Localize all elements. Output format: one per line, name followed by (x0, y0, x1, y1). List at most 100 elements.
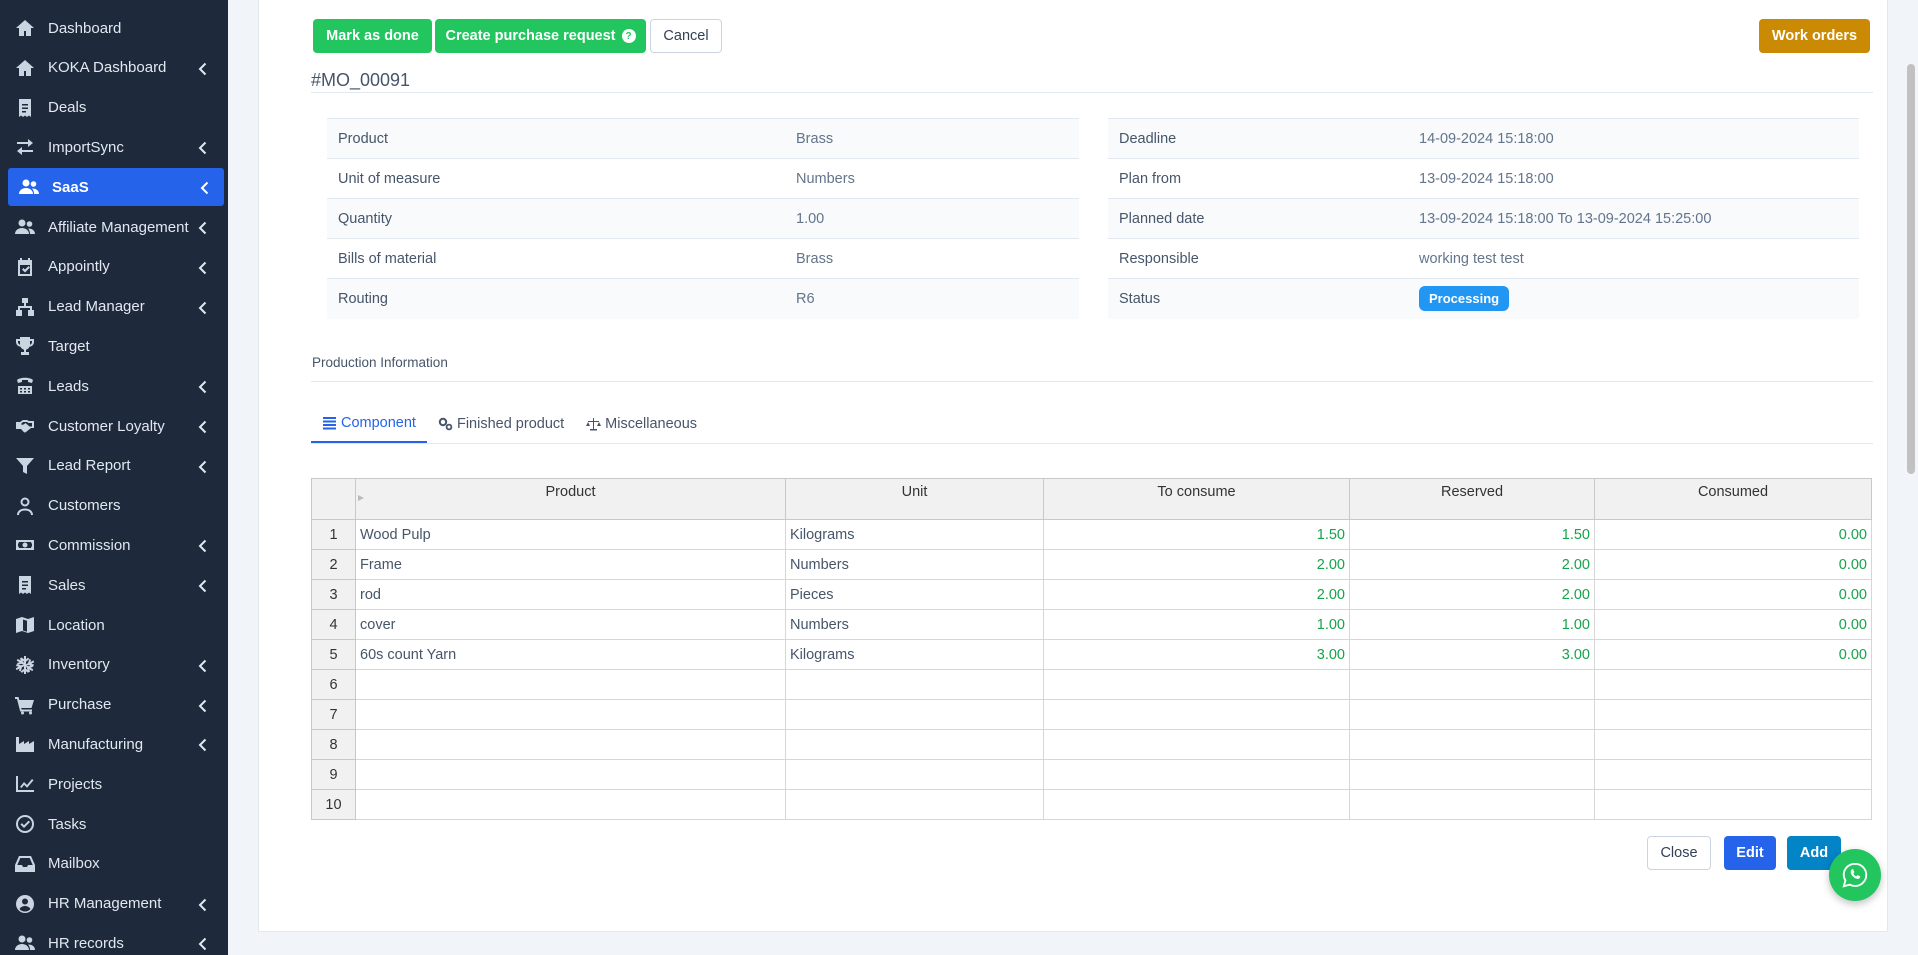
table-cell-product[interactable] (355, 669, 786, 700)
sidebar-item-importsync[interactable]: ImportSync (0, 128, 228, 166)
table-cell-to-consume[interactable] (1043, 789, 1350, 820)
tab-finished-product[interactable]: Finished product (427, 405, 575, 443)
chevron-left-icon[interactable] (198, 898, 208, 912)
table-cell-unit[interactable] (785, 789, 1044, 820)
table-cell-unit[interactable]: Pieces (785, 579, 1044, 610)
sidebar-item-target[interactable]: Target (0, 327, 228, 365)
table-cell-consumed[interactable] (1594, 759, 1872, 790)
table-cell-to-consume[interactable] (1043, 729, 1350, 760)
table-cell-unit[interactable] (785, 699, 1044, 730)
whatsapp-button[interactable] (1829, 849, 1881, 901)
chevron-left-icon[interactable] (198, 420, 208, 434)
column-header[interactable]: Product (355, 478, 786, 520)
scrollbar-thumb[interactable] (1907, 64, 1915, 474)
sidebar-item-commission[interactable]: Commission (0, 526, 228, 564)
sidebar-item-lead-manager[interactable]: Lead Manager (0, 288, 228, 326)
chevron-left-icon[interactable] (198, 579, 208, 593)
tab-miscellaneous[interactable]: Miscellaneous (575, 405, 708, 443)
sidebar-item-customers[interactable]: Customers (0, 487, 228, 525)
mark-as-done-button[interactable]: Mark as done (313, 19, 432, 53)
sidebar-item-saas[interactable]: SaaS (8, 168, 224, 207)
table-cell-product[interactable] (355, 699, 786, 730)
table-cell-reserved[interactable]: 1.50 (1349, 519, 1595, 550)
table-cell-to-consume[interactable]: 2.00 (1043, 549, 1350, 580)
sidebar-item-customer-loyalty[interactable]: Customer Loyalty (0, 407, 228, 445)
table-cell-reserved[interactable]: 2.00 (1349, 579, 1595, 610)
work-orders-button[interactable]: Work orders (1759, 19, 1870, 53)
table-cell-product[interactable] (355, 759, 786, 790)
sidebar-item-location[interactable]: Location (0, 606, 228, 644)
table-cell-consumed[interactable]: 0.00 (1594, 549, 1872, 580)
table-cell-reserved[interactable] (1349, 729, 1595, 760)
sidebar-item-appointly[interactable]: Appointly (0, 248, 228, 286)
sidebar-item-affiliate-management[interactable]: Affiliate Management (0, 208, 228, 246)
table-cell-unit[interactable] (785, 729, 1044, 760)
sidebar-item-manufacturing[interactable]: Manufacturing (0, 725, 228, 763)
table-cell-reserved[interactable] (1349, 669, 1595, 700)
table-row[interactable]: 2 Frame Numbers 2.00 2.00 0.00 (311, 549, 1872, 580)
table-cell-consumed[interactable] (1594, 669, 1872, 700)
table-cell-consumed[interactable] (1594, 729, 1872, 760)
table-cell-product[interactable]: Wood Pulp (355, 519, 786, 550)
column-header[interactable]: Consumed (1594, 478, 1872, 520)
close-button[interactable]: Close (1647, 836, 1711, 870)
chevron-left-icon[interactable] (198, 261, 208, 275)
vertical-scrollbar[interactable] (1904, 0, 1918, 955)
table-cell-consumed[interactable] (1594, 789, 1872, 820)
column-header[interactable]: Unit (785, 478, 1044, 520)
table-cell-product[interactable] (355, 729, 786, 760)
table-cell-product[interactable]: 60s count Yarn (355, 639, 786, 670)
chevron-left-icon[interactable] (198, 380, 208, 394)
table-cell-to-consume[interactable]: 2.00 (1043, 579, 1350, 610)
chevron-left-icon[interactable] (198, 937, 208, 951)
sidebar-item-lead-report[interactable]: Lead Report (0, 447, 228, 485)
chevron-left-icon[interactable] (198, 699, 208, 713)
chevron-left-icon[interactable] (198, 221, 208, 235)
chevron-left-icon[interactable] (200, 181, 210, 195)
table-cell-unit[interactable] (785, 759, 1044, 790)
table-cell-consumed[interactable]: 0.00 (1594, 639, 1872, 670)
sidebar-item-hr-records[interactable]: HR records (0, 924, 228, 955)
chevron-left-icon[interactable] (198, 659, 208, 673)
table-cell-to-consume[interactable]: 1.00 (1043, 609, 1350, 640)
table-cell-reserved[interactable] (1349, 699, 1595, 730)
table-cell-consumed[interactable] (1594, 699, 1872, 730)
sidebar-item-purchase[interactable]: Purchase (0, 686, 228, 724)
chevron-left-icon[interactable] (198, 460, 208, 474)
table-row[interactable]: 9 (311, 759, 1872, 790)
table-cell-unit[interactable]: Kilograms (785, 639, 1044, 670)
sidebar-item-leads[interactable]: Leads (0, 367, 228, 405)
table-row[interactable]: 4 cover Numbers 1.00 1.00 0.00 (311, 609, 1872, 640)
table-cell-product[interactable]: Frame (355, 549, 786, 580)
table-cell-reserved[interactable]: 1.00 (1349, 609, 1595, 640)
sidebar-item-inventory[interactable]: Inventory (0, 646, 228, 684)
table-cell-unit[interactable] (785, 669, 1044, 700)
table-cell-product[interactable]: rod (355, 579, 786, 610)
sidebar-item-hr-management[interactable]: HR Management (0, 885, 228, 923)
chevron-left-icon[interactable] (198, 539, 208, 553)
sidebar-item-dashboard[interactable]: Dashboard (0, 9, 228, 47)
tab-component[interactable]: Component (311, 405, 427, 443)
table-cell-unit[interactable]: Numbers (785, 549, 1044, 580)
sidebar-item-mailbox[interactable]: Mailbox (0, 845, 228, 883)
table-row[interactable]: 5 60s count Yarn Kilograms 3.00 3.00 0.00 (311, 639, 1872, 670)
cancel-button[interactable]: Cancel (650, 19, 722, 53)
chevron-left-icon[interactable] (198, 301, 208, 315)
table-row[interactable]: 1 Wood Pulp Kilograms 1.50 1.50 0.00 (311, 519, 1872, 550)
sidebar-item-deals[interactable]: Deals (0, 89, 228, 127)
table-cell-to-consume[interactable]: 1.50 (1043, 519, 1350, 550)
chevron-left-icon[interactable] (198, 141, 208, 155)
table-cell-unit[interactable]: Kilograms (785, 519, 1044, 550)
components-table[interactable]: Product Unit To consume Reserved Consumed 1 Wo… (311, 478, 1872, 820)
sidebar-item-koka-dashboard[interactable]: KOKA Dashboard (0, 49, 228, 87)
sidebar-item-projects[interactable]: Projects (0, 765, 228, 803)
table-row[interactable]: 7 (311, 699, 1872, 730)
chevron-left-icon[interactable] (198, 62, 208, 76)
table-cell-consumed[interactable]: 0.00 (1594, 519, 1872, 550)
table-cell-unit[interactable]: Numbers (785, 609, 1044, 640)
sidebar-item-tasks[interactable]: Tasks (0, 805, 228, 843)
table-row[interactable]: 10 (311, 789, 1872, 820)
table-cell-reserved[interactable] (1349, 789, 1595, 820)
table-cell-to-consume[interactable] (1043, 759, 1350, 790)
table-cell-consumed[interactable]: 0.00 (1594, 579, 1872, 610)
